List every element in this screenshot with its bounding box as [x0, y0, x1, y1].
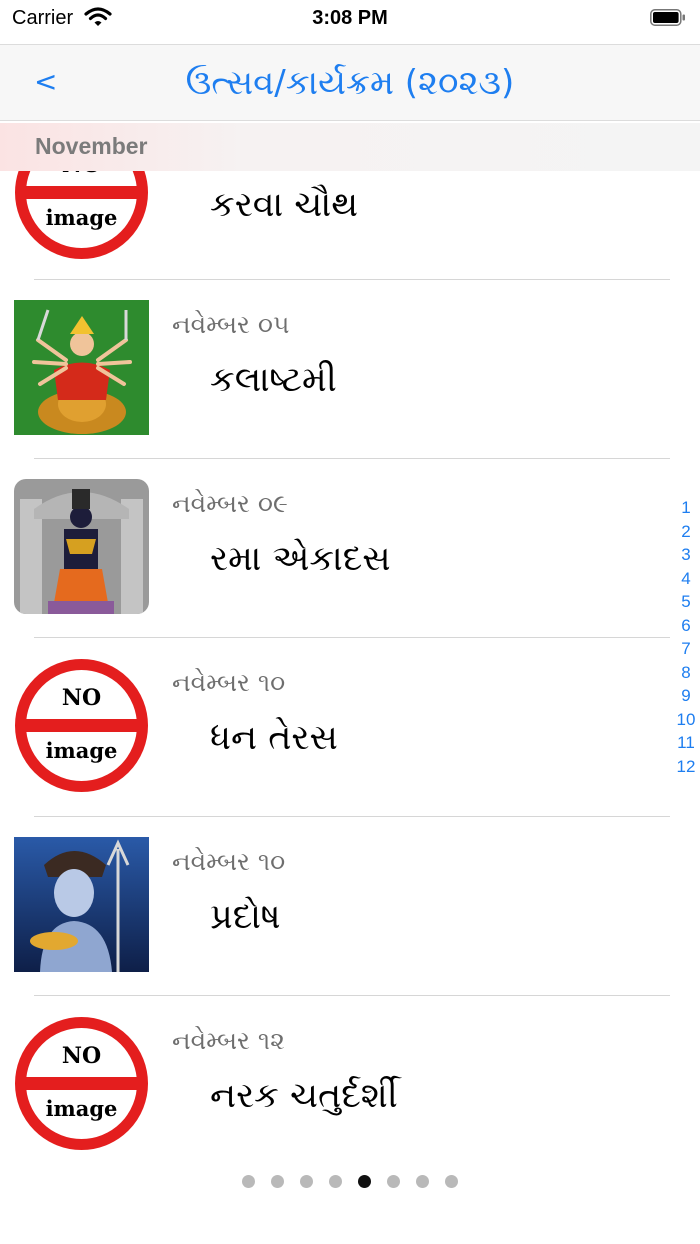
page-dot[interactable]	[242, 1175, 255, 1188]
index-item[interactable]: 8	[668, 661, 700, 685]
index-item[interactable]: 10	[668, 708, 700, 732]
section-label: November	[35, 133, 148, 159]
no-image-top-text: NO	[62, 1043, 101, 1069]
no-image-thumbnail: NO image	[14, 171, 149, 260]
page-dot[interactable]	[271, 1175, 284, 1188]
event-date: નવેમ્બર ૦૫	[172, 310, 290, 339]
page-dot[interactable]	[329, 1175, 342, 1188]
index-item[interactable]: 6	[668, 614, 700, 638]
no-image-top-text: NO	[62, 685, 101, 711]
event-name: રમા એકાદસ	[210, 539, 391, 579]
index-item[interactable]: 5	[668, 590, 700, 614]
list-item[interactable]: NO image નવેમ્બર ૧૦ ધન તેરસ	[0, 632, 700, 812]
index-item[interactable]: 12	[668, 755, 700, 779]
status-bar: Carrier 3:08 PM	[0, 0, 700, 44]
event-name: નરક ચતુર્દર્શી	[210, 1076, 398, 1116]
list-item[interactable]: નવેમ્બર ૦૫ કલાષ્ટમી	[0, 274, 700, 454]
no-image-thumbnail: NO image	[14, 1016, 149, 1151]
page-title: ઉત્સવ/કાર્યક્રમ (૨૦૨૩)	[185, 63, 515, 103]
list-item[interactable]: NO image નવેમ્બર ૧૨ નરક ચતુર્દર્શી	[0, 990, 700, 1154]
vithoba-thumbnail	[14, 479, 149, 614]
index-item[interactable]: 11	[668, 731, 700, 755]
index-item[interactable]: 9	[668, 684, 700, 708]
event-list[interactable]: NO image કરવા ચૌથ	[0, 171, 700, 1154]
event-date: નવેમ્બર ૦૯	[172, 489, 288, 518]
navigation-bar: < ઉત્સવ/કાર્યક્રમ (૨૦૨૩)	[0, 44, 700, 121]
index-item[interactable]: 3	[668, 543, 700, 567]
battery-icon	[650, 9, 685, 26]
list-item[interactable]: નવેમ્બર ૧૦ પ્રદોષ	[0, 811, 700, 991]
event-date: નવેમ્બર ૧૦	[172, 847, 286, 876]
no-image-thumbnail: NO image	[14, 658, 149, 793]
event-date: નવેમ્બર ૧૦	[172, 668, 286, 697]
section-header: November	[0, 123, 700, 171]
no-image-top-text: NO	[62, 171, 101, 178]
clock: 3:08 PM	[312, 7, 388, 29]
list-item[interactable]: નવેમ્બર ૦૯ રમા એકાદસ	[0, 453, 700, 633]
event-name: કલાષ્ટમી	[210, 360, 337, 400]
event-date: નવેમ્બર ૧૨	[172, 1026, 285, 1055]
shiva-thumbnail	[14, 837, 149, 972]
durga-thumbnail	[14, 300, 149, 435]
section-index[interactable]: 1 2 3 4 5 6 7 8 9 10 11 12	[668, 496, 700, 778]
index-item[interactable]: 2	[668, 520, 700, 544]
event-name: ધન તેરસ	[210, 718, 338, 758]
no-image-bottom-text: image	[46, 205, 118, 230]
page-dot[interactable]	[445, 1175, 458, 1188]
page-dot[interactable]	[387, 1175, 400, 1188]
no-image-bottom-text: image	[46, 738, 118, 763]
index-item[interactable]: 1	[668, 496, 700, 520]
event-name: કરવા ચૌથ	[210, 185, 359, 225]
page-dot[interactable]	[300, 1175, 313, 1188]
index-item[interactable]: 7	[668, 637, 700, 661]
page-indicator[interactable]	[0, 1173, 700, 1189]
list-item[interactable]: NO image કરવા ચૌથ	[0, 171, 700, 279]
page-dot-active[interactable]	[358, 1175, 371, 1188]
event-name: પ્રદોષ	[210, 897, 281, 937]
no-image-bottom-text: image	[46, 1096, 118, 1121]
index-item[interactable]: 4	[668, 567, 700, 591]
page-dot[interactable]	[416, 1175, 429, 1188]
